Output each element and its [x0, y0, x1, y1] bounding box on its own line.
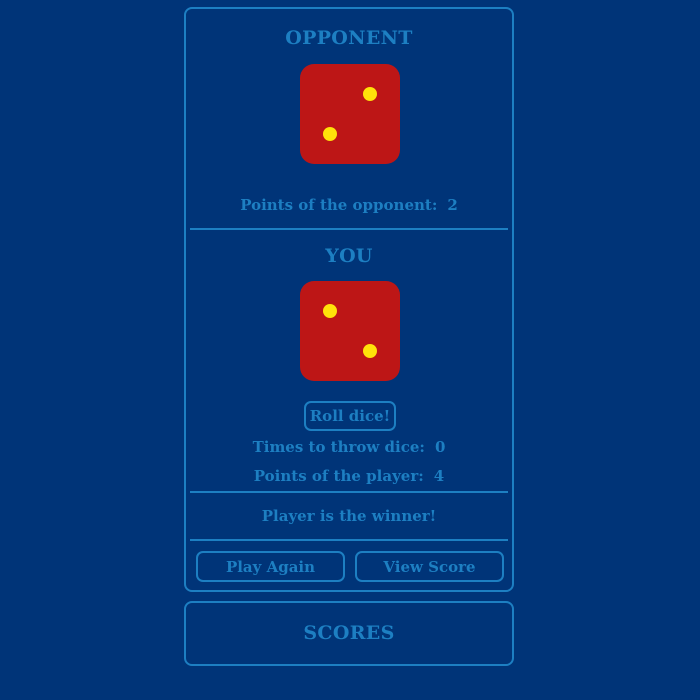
- result-message: Player is the winner!: [261, 507, 437, 525]
- opponent-die: [300, 64, 400, 164]
- opponent-points: Points of the opponent: 2: [186, 196, 512, 214]
- scores-heading: SCORES: [303, 622, 395, 644]
- opponent-points-value: 2: [447, 196, 458, 214]
- opponent-points-label: Points of the opponent:: [240, 196, 438, 214]
- divider: [190, 491, 508, 493]
- player-points-label: Points of the player:: [253, 467, 424, 485]
- divider: [190, 228, 508, 230]
- player-points-value: 4: [433, 467, 445, 485]
- player-die: [300, 281, 400, 381]
- die-pip: [363, 344, 377, 358]
- die-pip: [363, 87, 377, 101]
- throws-remaining: Times to throw dice: 0: [186, 438, 512, 456]
- play-again-button[interactable]: Play Again: [196, 551, 345, 582]
- view-score-button[interactable]: View Score: [355, 551, 504, 582]
- player-heading: YOU: [325, 245, 373, 267]
- roll-dice-button[interactable]: Roll dice!: [304, 401, 396, 431]
- die-pip: [323, 304, 337, 318]
- throws-label: Times to throw dice:: [252, 438, 425, 456]
- scores-panel: SCORES: [184, 601, 514, 666]
- divider: [190, 539, 508, 541]
- game-panel: OPPONENT Points of the opponent: 2 YOU R…: [184, 7, 514, 592]
- die-pip: [323, 127, 337, 141]
- opponent-heading: OPPONENT: [285, 27, 413, 49]
- player-points: Points of the player: 4: [186, 467, 512, 485]
- throws-value: 0: [434, 438, 446, 456]
